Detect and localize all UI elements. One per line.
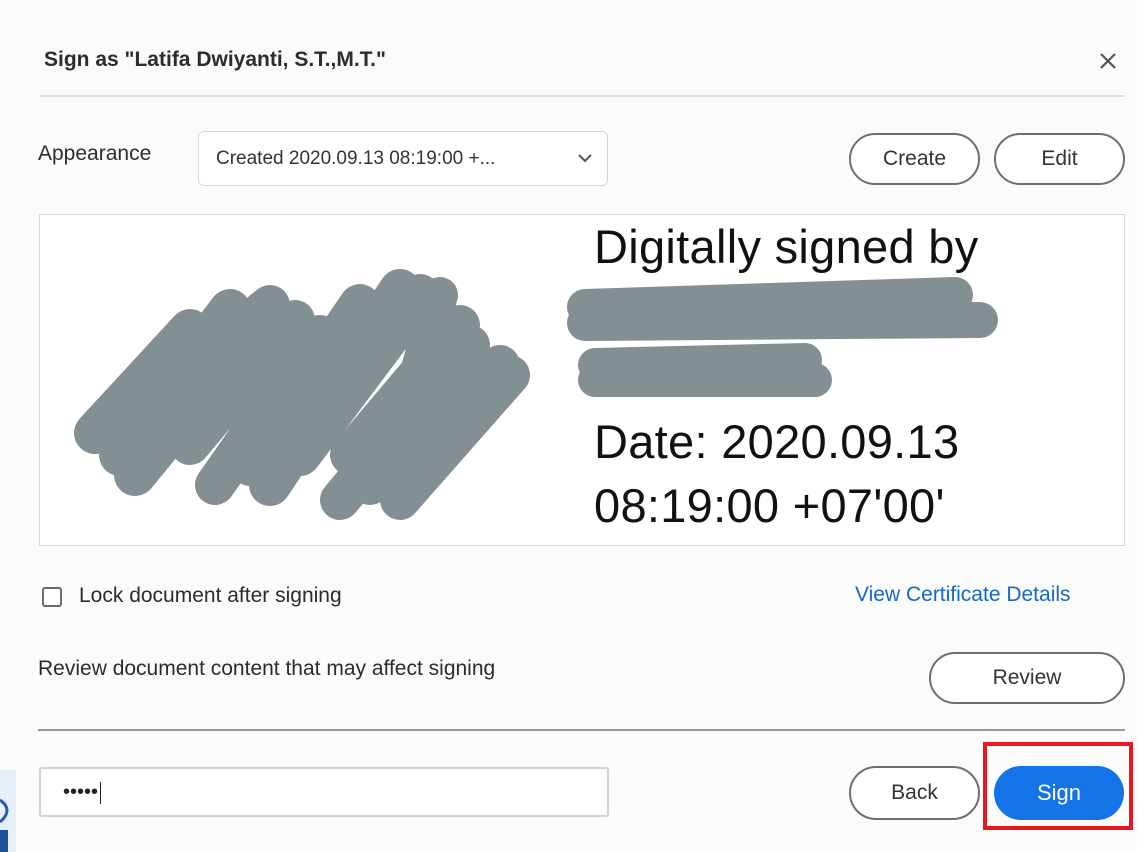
signature-time-line: 08:19:00 +07'00' [594,479,945,532]
footer-divider [38,729,1125,731]
edit-button[interactable]: Edit [994,133,1125,185]
sign-dialog: Sign as "Latifa Dwiyanti, S.T.,M.T." App… [0,0,1137,852]
chevron-down-icon [578,154,592,163]
view-certificate-link[interactable]: View Certificate Details [855,583,1071,607]
text-caret [100,781,102,804]
password-dots: ••••• [63,781,99,803]
back-button[interactable]: Back [849,766,980,820]
close-icon[interactable] [1094,47,1122,75]
dialog-title: Sign as "Latifa Dwiyanti, S.T.,M.T." [44,48,386,71]
create-button[interactable]: Create [849,133,980,185]
lock-document-label[interactable]: Lock document after signing [79,584,342,608]
appearance-select[interactable]: Created 2020.09.13 08:19:00 +... [198,131,608,186]
signature-line-1: Digitally signed by [594,220,979,273]
background-window-edge-icon [0,770,16,852]
review-button[interactable]: Review [929,652,1125,704]
appearance-selected-value: Created 2020.09.13 08:19:00 +... [216,148,496,169]
title-divider [40,95,1125,97]
lock-document-checkbox[interactable] [42,587,62,607]
sign-button-highlight [983,742,1133,830]
password-field[interactable]: ••••• [39,767,609,817]
review-description: Review document content that may affect … [38,657,496,680]
signature-date-line: Date: 2020.09.13 [594,415,960,468]
appearance-label: Appearance [38,142,152,165]
